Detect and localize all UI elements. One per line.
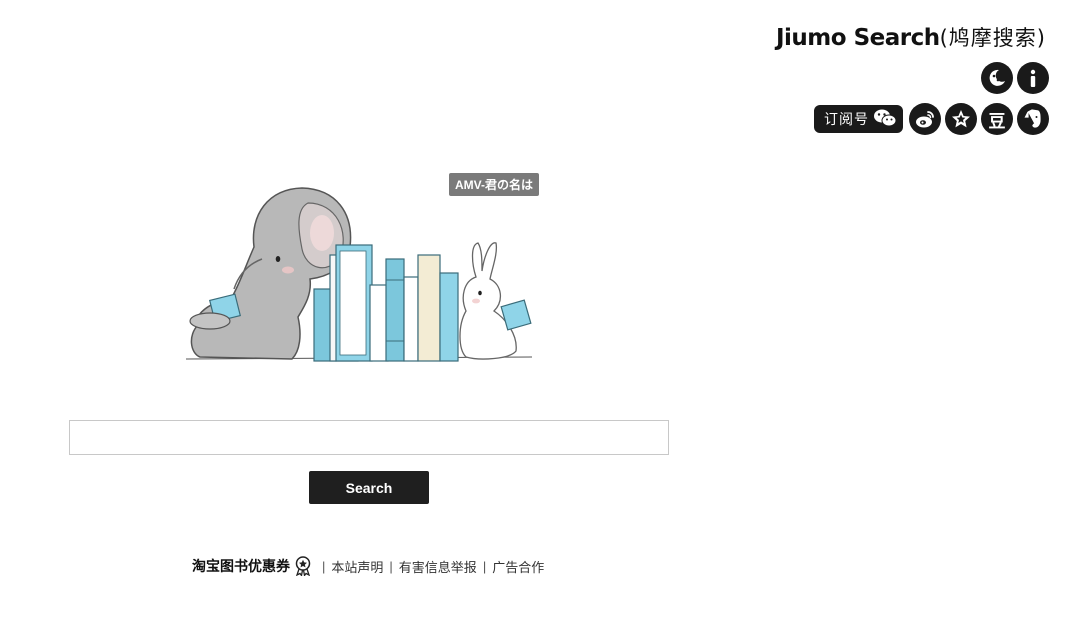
social-icon-row: 订阅号 豆 [814,103,1049,135]
search-input[interactable] [69,420,669,455]
subscribe-button[interactable]: 订阅号 [814,105,903,133]
footer-separator: | [322,558,326,574]
site-brand[interactable]: Jiumo Search(鸠摩搜索) [776,22,1046,52]
wechat-icon [873,108,897,131]
evernote-icon[interactable] [1017,103,1049,135]
douban-icon[interactable]: 豆 [981,103,1013,135]
elephant-bunny-books-illustration [180,185,540,375]
disclaimer-link[interactable]: 本站声明 [331,557,383,576]
douban-glyph: 豆 [988,111,1006,131]
brand-title-cn: (鸠摩搜索) [939,26,1046,50]
favorite-star-icon[interactable] [945,103,977,135]
search-button[interactable]: Search [309,471,429,504]
report-harmful-info-link[interactable]: 有害信息举报 [399,557,477,576]
page: Jiumo Search(鸠摩搜索) 订阅号 豆 AMV-君の名は Search… [0,0,1072,622]
info-icon[interactable] [1017,62,1049,94]
footer-separator: | [389,558,393,574]
weibo-icon[interactable] [909,103,941,135]
brand-title: Jiumo Search [775,25,940,51]
night-mode-icon[interactable] [981,62,1013,94]
footer: 淘宝图书优惠券 | 本站声明 | 有害信息举报 | 广告合作 [192,556,544,576]
advertising-link[interactable]: 广告合作 [492,557,544,576]
taobao-coupon-link[interactable]: 淘宝图书优惠券 [192,556,290,576]
top-icon-row [981,62,1049,94]
footer-separator: | [482,558,487,574]
award-badge-icon[interactable] [294,556,312,576]
subscribe-label: 订阅号 [824,111,869,127]
